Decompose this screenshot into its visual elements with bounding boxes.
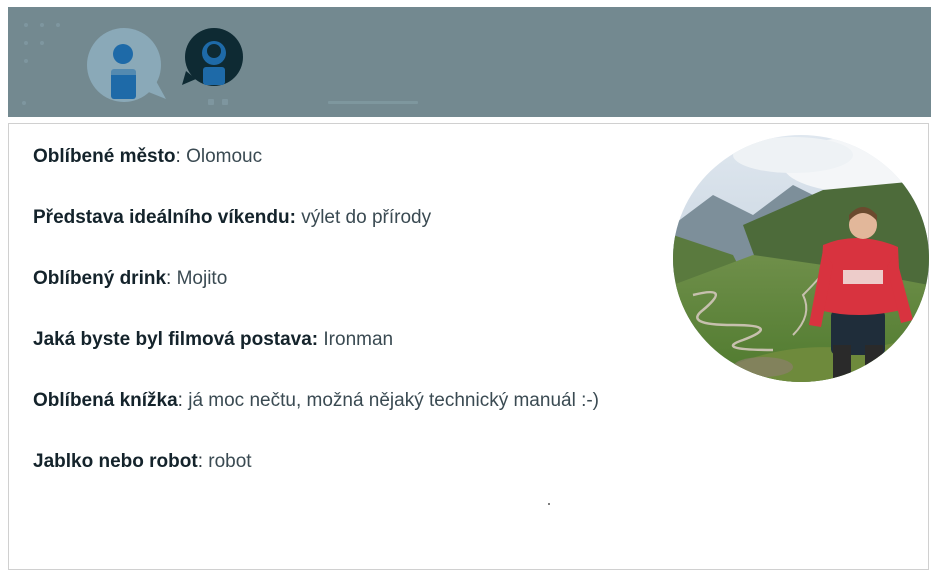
- fact-label: Oblíbené město: [33, 146, 176, 167]
- fact-label: Jablko nebo robot: [33, 451, 198, 472]
- fact-favorite-drink: Oblíbený drink: Mojito: [33, 266, 733, 327]
- mountain-landscape-photo: [673, 135, 929, 382]
- fact-separator: :: [177, 390, 189, 411]
- fact-value: Olomouc: [186, 146, 263, 167]
- fact-label: Jaká byste byl filmová postava:: [33, 329, 319, 350]
- fact-value: robot: [208, 451, 252, 472]
- chat-bubbles-person-icon: [87, 28, 243, 102]
- page: Oblíbené město: Olomouc Představa ideáln…: [0, 0, 936, 580]
- profile-card: Oblíbené město: Olomouc Představa ideáln…: [8, 123, 929, 570]
- fact-separator: :: [166, 268, 177, 289]
- fact-apple-or-robot: Jablko nebo robot: robot: [33, 449, 733, 510]
- header-banner: [8, 7, 931, 117]
- fact-label: Oblíbená knížka: [33, 390, 178, 411]
- dark-bubble-icon: [182, 28, 243, 86]
- fact-value: Ironman: [323, 329, 394, 350]
- fact-movie-character: Jaká byste byl filmová postava: Ironman: [33, 327, 733, 388]
- fact-ideal-weekend: Představa ideálního víkendu: výlet do př…: [33, 205, 733, 266]
- profile-photo: [673, 135, 929, 382]
- fact-separator: :: [175, 146, 187, 167]
- fact-label: Oblíbený drink: [33, 268, 167, 289]
- fact-favorite-book: Oblíbená knížka: já moc nečtu, možná něj…: [33, 388, 733, 449]
- fact-value: výlet do přírody: [301, 207, 432, 228]
- fact-favorite-city: Oblíbené město: Olomouc: [33, 144, 733, 205]
- fact-label: Představa ideálního víkendu:: [33, 207, 296, 228]
- fact-value: já moc nečtu, možná nějaký technický man…: [188, 390, 600, 411]
- stray-dot: [548, 503, 550, 505]
- profile-facts-list: Oblíbené město: Olomouc Představa ideáln…: [33, 144, 733, 510]
- fact-separator: :: [197, 451, 209, 472]
- fact-value: Mojito: [176, 268, 228, 289]
- light-bubble-icon: [87, 28, 166, 102]
